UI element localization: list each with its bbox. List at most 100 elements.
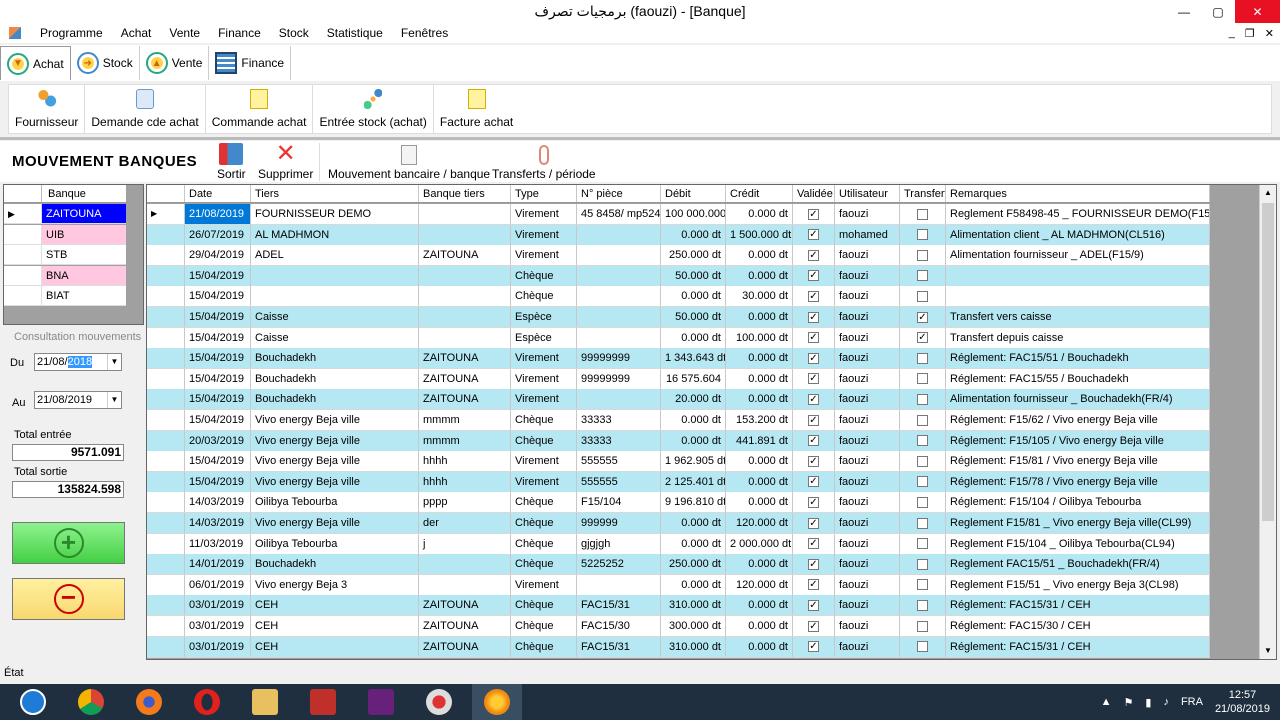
row-selector[interactable]	[4, 265, 42, 285]
validee-checkbox[interactable]: ✓	[808, 579, 819, 591]
app-orange-icon[interactable]	[472, 684, 522, 720]
row-selector[interactable]	[147, 451, 185, 472]
validee-checkbox[interactable]: ✓	[808, 208, 819, 220]
transfert-checkbox[interactable]	[917, 476, 928, 488]
transfert-checkbox[interactable]	[917, 373, 928, 385]
col-remarques[interactable]: Remarques	[946, 185, 1210, 202]
col-transfert[interactable]: Transfert	[900, 185, 946, 202]
row-selector[interactable]	[147, 574, 185, 595]
vertical-scrollbar[interactable]: ▲ ▼	[1259, 185, 1276, 659]
table-row[interactable]: 14/03/2019 Vivo energy Beja ville der Chèqu…	[147, 513, 1210, 534]
transfert-checkbox[interactable]	[917, 290, 928, 302]
table-row[interactable]: 15/04/2019 Vivo energy Beja ville hhhh Vire…	[147, 451, 1210, 473]
row-selector[interactable]	[147, 430, 185, 451]
col-credit[interactable]: Crédit	[726, 185, 793, 202]
validee-checkbox[interactable]: ✓	[808, 249, 819, 261]
table-row[interactable]: ▶ 21/08/2019 FOURNISSEUR DEMO Virement 45 84…	[147, 204, 1210, 225]
table-row[interactable]: 11/03/2019 Oilibya Tebourba j Chèque gjgjgh 0…	[147, 533, 1210, 555]
scissors-icon[interactable]	[414, 684, 464, 720]
table-row[interactable]: 15/04/2019 Vivo energy Beja ville hhhh Vire…	[147, 471, 1210, 493]
menu-vente[interactable]: Vente	[160, 26, 209, 40]
bank-row[interactable]: ▶ ZAITOUNA	[4, 204, 126, 224]
close-button[interactable]: ✕	[1235, 0, 1280, 23]
chrome-icon[interactable]	[66, 684, 116, 720]
table-row[interactable]: 03/01/2019 CEH ZAITOUNA Chèque FAC15/30 300.0…	[147, 616, 1210, 637]
row-selector[interactable]	[4, 286, 42, 305]
menu-programme[interactable]: Programme	[31, 26, 112, 40]
transfert-checkbox[interactable]	[917, 435, 928, 447]
validee-checkbox[interactable]: ✓	[808, 229, 819, 241]
col-piece[interactable]: N° pièce	[577, 185, 661, 202]
mdi-minimize-button[interactable]: _	[1229, 27, 1235, 39]
transfert-checkbox[interactable]	[917, 249, 928, 261]
table-row[interactable]: 15/04/2019 Bouchadekh ZAITOUNA Virement 9999…	[147, 348, 1210, 370]
table-row[interactable]: 15/04/2019 Caisse Espèce 50.000 dt 0.000 dt ✓…	[147, 307, 1210, 328]
bank-row[interactable]: BIAT	[4, 286, 126, 306]
fournisseur-button[interactable]: Fournisseur	[9, 85, 86, 133]
row-selector[interactable]	[147, 410, 185, 430]
teamviewer-icon[interactable]	[8, 684, 58, 720]
row-selector[interactable]	[4, 224, 42, 244]
row-selector[interactable]	[147, 286, 185, 307]
toolbox-icon[interactable]	[298, 684, 348, 720]
validee-checkbox[interactable]: ✓	[808, 270, 819, 282]
remove-movement-button[interactable]: −	[12, 578, 125, 620]
col-banque-tiers[interactable]: Banque tiers	[419, 185, 511, 202]
tab-vente[interactable]: ▲ Vente	[140, 46, 210, 80]
scroll-thumb[interactable]	[1262, 203, 1274, 521]
network-icon[interactable]: ▮	[1145, 696, 1151, 709]
col-tiers[interactable]: Tiers	[251, 185, 419, 202]
transfert-checkbox[interactable]	[917, 414, 928, 426]
maximize-button[interactable]: ▢	[1201, 0, 1235, 23]
row-selector[interactable]	[147, 245, 185, 266]
col-type[interactable]: Type	[511, 185, 577, 202]
row-selector[interactable]	[147, 492, 185, 513]
row-selector[interactable]	[147, 265, 185, 286]
tab-achat[interactable]: ▼ Achat	[0, 46, 71, 80]
menu-stock[interactable]: Stock	[270, 26, 318, 40]
table-row[interactable]: 20/03/2019 Vivo energy Beja ville mmmm Chèq…	[147, 430, 1210, 452]
row-selector[interactable]: ▶	[147, 204, 185, 224]
menu-statistique[interactable]: Statistique	[318, 26, 392, 40]
flag-icon[interactable]: ⚑	[1124, 696, 1134, 709]
chevron-down-icon[interactable]: ▼	[107, 392, 121, 408]
transfert-checkbox[interactable]	[917, 208, 928, 220]
col-debit[interactable]: Débit	[661, 185, 726, 202]
row-selector[interactable]	[147, 348, 185, 369]
table-row[interactable]: 15/04/2019 Caisse Espèce 0.000 dt 100.000 dt…	[147, 327, 1210, 349]
col-utilisateur[interactable]: Utilisateur	[835, 185, 900, 202]
date-to-picker[interactable]: 21/08/2019 ▼	[34, 391, 122, 409]
transfert-checkbox[interactable]	[917, 270, 928, 282]
transfert-checkbox[interactable]	[917, 455, 928, 467]
row-selector[interactable]	[147, 513, 185, 533]
validee-checkbox[interactable]: ✓	[808, 538, 819, 550]
row-selector[interactable]	[147, 307, 185, 327]
clock[interactable]: 12:57 21/08/2019	[1215, 688, 1270, 716]
opera-icon[interactable]	[182, 684, 232, 720]
tab-finance[interactable]: Finance	[209, 46, 292, 80]
add-movement-button[interactable]: +	[12, 522, 125, 564]
transfert-checkbox[interactable]: ✓	[917, 311, 928, 323]
volume-icon[interactable]: ♪	[1163, 696, 1169, 708]
facture-achat-button[interactable]: Facture achat	[434, 85, 519, 133]
validee-checkbox[interactable]: ✓	[808, 311, 819, 323]
minimize-button[interactable]: —	[1167, 0, 1201, 23]
validee-checkbox[interactable]: ✓	[808, 517, 819, 529]
table-row[interactable]: 14/03/2019 Oilibya Tebourba pppp Chèque F15/…	[147, 492, 1210, 514]
transfert-checkbox[interactable]	[917, 517, 928, 529]
transfert-checkbox[interactable]	[917, 579, 928, 591]
validee-checkbox[interactable]: ✓	[808, 290, 819, 302]
row-selector[interactable]	[147, 636, 185, 657]
col-date[interactable]: Date	[185, 185, 251, 202]
validee-checkbox[interactable]: ✓	[808, 352, 819, 364]
table-row[interactable]: 15/04/2019 Vivo energy Beja ville mmmm Chèq…	[147, 410, 1210, 431]
tools-icon[interactable]	[240, 684, 290, 720]
validee-checkbox[interactable]: ✓	[808, 558, 819, 570]
row-selector[interactable]	[147, 533, 185, 554]
table-row[interactable]: 26/07/2019 AL MADHMON Virement 0.000 dt 1 50…	[147, 224, 1210, 246]
date-from-picker[interactable]: 21/08/2018 ▼	[34, 353, 122, 371]
transferts-periode-button[interactable]: Transferts / période	[492, 143, 596, 181]
bank-row[interactable]: BNA	[4, 265, 126, 286]
validee-checkbox[interactable]: ✓	[808, 641, 819, 653]
transfert-checkbox[interactable]	[917, 229, 928, 241]
